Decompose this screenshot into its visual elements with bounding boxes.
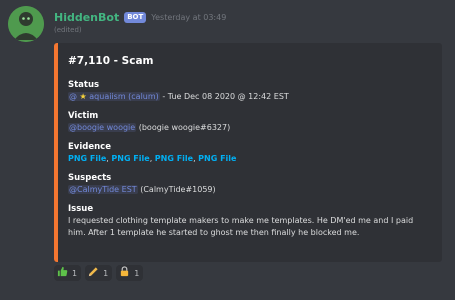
evidence-link[interactable]: PNG File — [155, 154, 193, 163]
field-name: Issue — [68, 204, 94, 214]
evidence-link[interactable]: PNG File — [68, 154, 106, 163]
pencil-icon — [88, 266, 99, 280]
field-status: Status @ ★ aquaiism (calum) - Tue Dec 08… — [68, 79, 432, 103]
reaction-count: 1 — [72, 268, 78, 278]
reactions-bar: 1 1 1 — [54, 265, 144, 281]
evidence-link[interactable]: PNG File — [111, 154, 149, 163]
bot-tag: BOT — [124, 11, 147, 23]
timestamp: Yesterday at 03:49 — [151, 12, 227, 22]
star-icon: ★ — [79, 92, 87, 101]
bot-avatar-icon — [8, 6, 44, 42]
reaction-count: 1 — [134, 268, 140, 278]
field-evidence: Evidence PNG File, PNG File, PNG File, P… — [68, 141, 432, 165]
thumbs-up-icon — [57, 266, 68, 280]
message-header: HiddenBot BOT Yesterday at 03:49 — [54, 9, 226, 25]
user-mention[interactable]: @boogie woogie — [68, 123, 137, 132]
author-name[interactable]: HiddenBot — [54, 11, 119, 24]
avatar[interactable] — [8, 6, 44, 42]
user-mention[interactable]: @CalmyTide EST — [68, 185, 138, 194]
evidence-link[interactable]: PNG File — [198, 154, 236, 163]
reaction-thumbs-up[interactable]: 1 — [54, 265, 82, 281]
field-value: PNG File, PNG File, PNG File, PNG File — [68, 154, 237, 163]
field-issue: Issue I requested clothing template make… — [68, 203, 432, 239]
reaction-pencil[interactable]: 1 — [85, 265, 113, 281]
field-victim: Victim @boogie woogie (boogie woogie#632… — [68, 110, 432, 134]
field-suspects: Suspects @CalmyTide EST (CalmyTide#1059) — [68, 172, 432, 196]
field-name: Victim — [68, 111, 99, 121]
message-content: (edited) — [54, 26, 82, 34]
field-value: @ ★ aquaiism (calum) - Tue Dec 08 2020 @… — [68, 92, 289, 101]
field-name: Suspects — [68, 173, 112, 183]
field-value: I requested clothing template makers to … — [68, 216, 414, 237]
user-mention[interactable]: @ ★ aquaiism (calum) — [68, 92, 160, 101]
field-value: @boogie woogie (boogie woogie#6327) — [68, 123, 231, 132]
field-name: Evidence — [68, 142, 111, 152]
field-value: @CalmyTide EST (CalmyTide#1059) — [68, 185, 216, 194]
reaction-count: 1 — [103, 268, 109, 278]
embed: #7,110 - Scam Status @ ★ aquaiism (calum… — [54, 43, 442, 262]
message: HiddenBot BOT Yesterday at 03:49 (edited… — [0, 0, 455, 300]
reaction-lock[interactable]: 1 — [116, 265, 144, 281]
lock-icon — [119, 266, 130, 280]
field-name: Status — [68, 80, 100, 90]
embed-title: #7,110 - Scam — [68, 55, 154, 67]
